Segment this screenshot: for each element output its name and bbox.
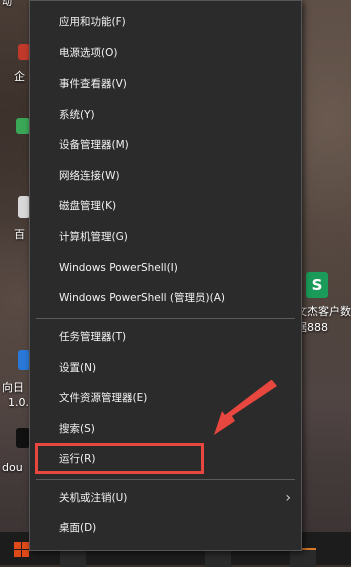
pointer-arrow-icon bbox=[214, 380, 277, 435]
